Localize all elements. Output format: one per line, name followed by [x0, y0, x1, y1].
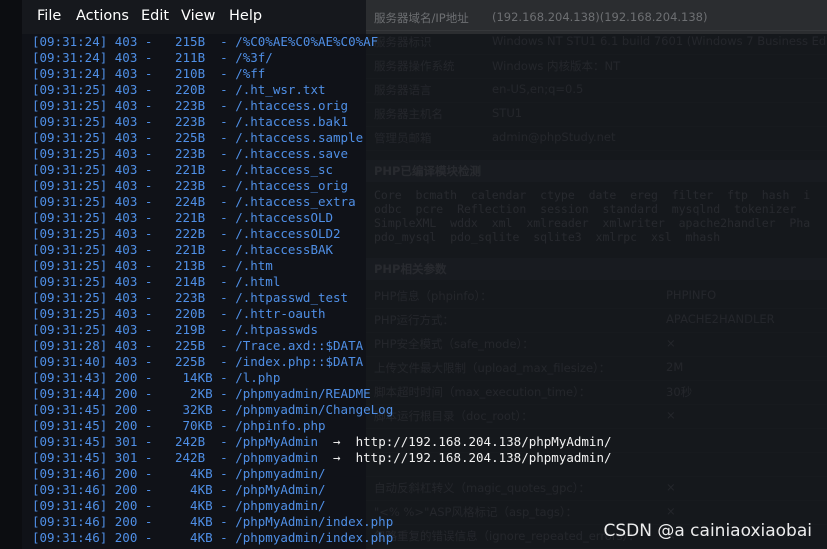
- log-line: [09:31:44] 200 - 2KB - /phpmyadmin/READM…: [32, 386, 371, 402]
- log-line: [09:31:40] 403 - 225B - /index.php::$DAT…: [32, 354, 363, 370]
- log-line: [09:31:25] 403 - 223B - /.htaccess.orig: [32, 98, 348, 114]
- log-line-text: [09:31:46] 200 - 4KB - /phpMyAdmin/index…: [32, 514, 394, 529]
- log-line-text: [09:31:46] 200 - 4KB - /phpmyadmin/index…: [32, 530, 394, 545]
- log-line: [09:31:25] 403 - 221B - /.htaccessOLD: [32, 210, 333, 226]
- log-line: [09:31:46] 200 - 4KB - /phpmyadmin/: [32, 498, 326, 514]
- log-line: [09:31:45] 301 - 242B - /phpMyAdmin → ht…: [32, 434, 612, 450]
- log-line-text: [09:31:40] 403 - 225B - /index.php::$DAT…: [32, 354, 364, 369]
- log-line-text: [09:31:25] 403 - 213B - /.htm: [32, 258, 273, 273]
- terminal-side-gutter: [0, 0, 22, 549]
- log-line-text: [09:31:24] 403 - 215B - /%C0%AE%C0%AE%C0…: [32, 34, 379, 49]
- log-line: [09:31:25] 403 - 223B - /.htaccess.bak1: [32, 114, 348, 130]
- log-line-text: [09:31:45] 301 - 242B - /phpmyadmin: [32, 450, 318, 465]
- watermark: CSDN @a cainiaoxiaobai: [603, 521, 812, 541]
- menu-actions[interactable]: Actions: [76, 8, 129, 24]
- log-line-text: [09:31:25] 403 - 220B - /.httr-oauth: [32, 306, 326, 321]
- log-line: [09:31:43] 200 - 14KB - /l.php: [32, 370, 280, 386]
- log-line-text: [09:31:24] 403 - 211B - /%3f/: [32, 50, 273, 65]
- log-line: [09:31:45] 200 - 70KB - /phpinfo.php: [32, 418, 326, 434]
- redirect-arrow-icon: →: [317, 434, 356, 449]
- log-line: [09:31:25] 403 - 225B - /.htaccess.sampl…: [32, 130, 363, 146]
- redirect-target[interactable]: http://192.168.204.138/phpmyadmin/: [356, 450, 612, 465]
- log-line: [09:31:24] 403 - 210B - /%ff: [32, 66, 265, 82]
- log-line: [09:31:25] 403 - 214B - /.html: [32, 274, 280, 290]
- log-line-text: [09:31:25] 403 - 214B - /.html: [32, 274, 281, 289]
- log-line: [09:31:25] 403 - 224B - /.htaccess_extra: [32, 194, 356, 210]
- log-line: [09:31:45] 301 - 242B - /phpmyadmin → ht…: [32, 450, 612, 466]
- log-line-text: [09:31:28] 403 - 225B - /Trace.axd::$DAT…: [32, 338, 364, 353]
- log-line: [09:31:25] 403 - 219B - /.htpasswds: [32, 322, 318, 338]
- menu-file[interactable]: File: [37, 8, 61, 24]
- log-line: [09:31:25] 403 - 213B - /.htm: [32, 258, 273, 274]
- log-line: [09:31:25] 403 - 221B - /.htaccessBAK: [32, 242, 333, 258]
- log-line: [09:31:45] 200 - 32KB - /phpmyadmin/Chan…: [32, 402, 393, 418]
- log-line-text: [09:31:25] 403 - 221B - /.htaccessBAK: [32, 242, 334, 257]
- log-line: [09:31:46] 200 - 4KB - /phpmyadmin/: [32, 466, 326, 482]
- menu-view[interactable]: View: [181, 8, 215, 24]
- log-line-text: [09:31:45] 200 - 32KB - /phpmyadmin/Chan…: [32, 402, 394, 417]
- log-line-text: [09:31:45] 301 - 242B - /phpMyAdmin: [32, 434, 318, 449]
- log-line-text: [09:31:45] 200 - 70KB - /phpinfo.php: [32, 418, 326, 433]
- log-line: [09:31:25] 403 - 222B - /.htaccessOLD2: [32, 226, 341, 242]
- log-line-text: [09:31:25] 403 - 222B - /.htaccessOLD2: [32, 226, 341, 241]
- redirect-arrow-icon: →: [317, 450, 356, 465]
- log-line-text: [09:31:25] 403 - 223B - /.htaccess_orig: [32, 178, 349, 193]
- log-line: [09:31:46] 200 - 4KB - /phpmyadmin/index…: [32, 530, 393, 546]
- menu-bar: File Actions Edit View Help: [22, 0, 366, 34]
- menu-edit[interactable]: Edit: [141, 8, 169, 24]
- log-line: [09:31:25] 403 - 220B - /.httr-oauth: [32, 306, 326, 322]
- log-line: [09:31:25] 403 - 223B - /.htaccess.save: [32, 146, 348, 162]
- log-line-text: [09:31:25] 403 - 223B - /.htaccess.bak1: [32, 114, 349, 129]
- log-line-text: [09:31:25] 403 - 220B - /.ht_wsr.txt: [32, 82, 326, 97]
- log-line: [09:31:25] 403 - 220B - /.ht_wsr.txt: [32, 82, 326, 98]
- log-line-text: [09:31:25] 403 - 219B - /.htpasswds: [32, 322, 318, 337]
- log-line-text: [09:31:25] 403 - 223B - /.htaccess.save: [32, 146, 349, 161]
- log-line-text: [09:31:25] 403 - 223B - /.htpasswd_test: [32, 290, 349, 305]
- redirect-target[interactable]: http://192.168.204.138/phpMyAdmin/: [356, 434, 612, 449]
- log-line-text: [09:31:46] 200 - 4KB - /phpmyadmin/: [32, 466, 326, 481]
- log-line: [09:31:25] 403 - 223B - /.htpasswd_test: [32, 290, 348, 306]
- log-line: [09:31:25] 403 - 223B - /.htaccess_orig: [32, 178, 348, 194]
- log-line-text: [09:31:43] 200 - 14KB - /l.php: [32, 370, 281, 385]
- log-line-text: [09:31:24] 403 - 210B - /%ff: [32, 66, 266, 81]
- log-line: [09:31:24] 403 - 215B - /%C0%AE%C0%AE%C0…: [32, 34, 378, 50]
- log-line: [09:31:28] 403 - 225B - /Trace.axd::$DAT…: [32, 338, 363, 354]
- log-line-text: [09:31:25] 403 - 224B - /.htaccess_extra: [32, 194, 356, 209]
- log-line-text: [09:31:25] 403 - 221B - /.htaccessOLD: [32, 210, 334, 225]
- log-line-text: [09:31:25] 403 - 225B - /.htaccess.sampl…: [32, 130, 364, 145]
- log-line-text: [09:31:25] 403 - 223B - /.htaccess.orig: [32, 98, 349, 113]
- log-line-text: [09:31:44] 200 - 2KB - /phpmyadmin/READM…: [32, 386, 371, 401]
- log-line: [09:31:25] 403 - 221B - /.htaccess_sc: [32, 162, 333, 178]
- log-line-text: [09:31:25] 403 - 221B - /.htaccess_sc: [32, 162, 334, 177]
- log-line: [09:31:46] 200 - 4KB - /phpMyAdmin/: [32, 482, 326, 498]
- log-line-text: [09:31:46] 200 - 4KB - /phpMyAdmin/: [32, 482, 326, 497]
- menu-help[interactable]: Help: [229, 8, 262, 24]
- log-line: [09:31:24] 403 - 211B - /%3f/: [32, 50, 273, 66]
- log-line-text: [09:31:46] 200 - 4KB - /phpmyadmin/: [32, 498, 326, 513]
- log-line: [09:31:46] 200 - 4KB - /phpMyAdmin/index…: [32, 514, 393, 530]
- terminal-window[interactable]: File Actions Edit View Help [09:31:24] 4…: [0, 0, 827, 549]
